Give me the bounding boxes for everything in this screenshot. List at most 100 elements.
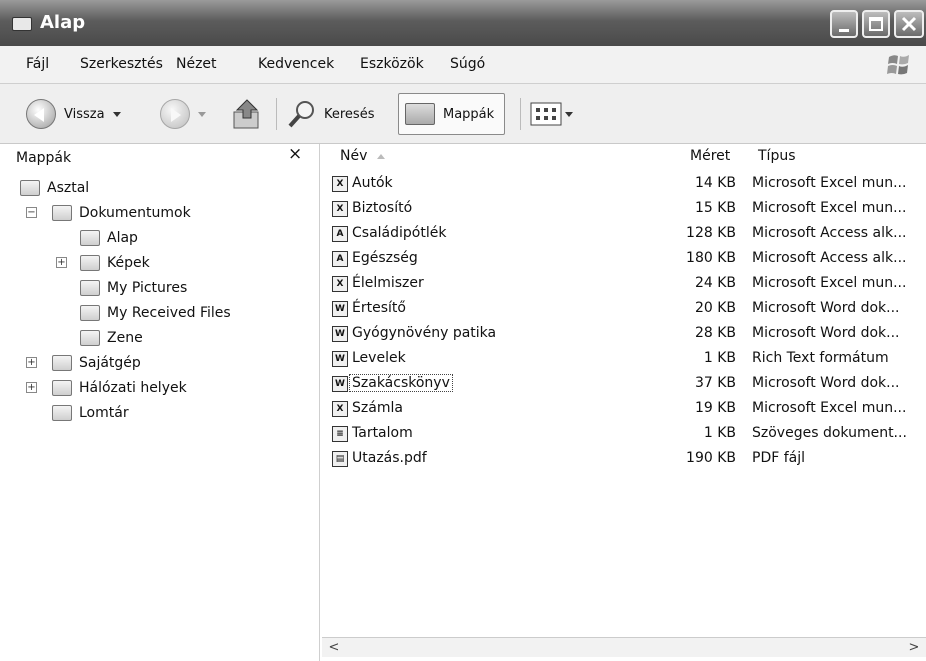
tree-item-label: Alap bbox=[107, 230, 138, 246]
excel-file-icon: X bbox=[332, 276, 348, 292]
close-button[interactable] bbox=[894, 10, 924, 38]
maximize-button[interactable] bbox=[862, 10, 890, 38]
column-header-size[interactable]: Méret bbox=[690, 148, 730, 164]
search-button[interactable]: Keresés bbox=[286, 94, 374, 134]
menu-edit[interactable]: Szerkesztés bbox=[80, 56, 163, 72]
scroll-left-button[interactable]: < bbox=[326, 640, 342, 656]
word-file-icon: W bbox=[332, 301, 348, 317]
file-name: Tartalom bbox=[352, 425, 413, 441]
expand-expander[interactable]: + bbox=[26, 357, 37, 368]
forward-button[interactable] bbox=[160, 94, 206, 134]
back-dropdown-icon[interactable] bbox=[112, 111, 121, 117]
computer-icon bbox=[52, 355, 72, 371]
file-list-pane: Név Méret Típus X Autók 14 KB Microsoft Exc… bbox=[322, 144, 926, 661]
recycle-bin-icon bbox=[52, 405, 72, 421]
menu-tools[interactable]: Eszközök bbox=[360, 56, 424, 72]
column-header-type[interactable]: Típus bbox=[758, 148, 796, 164]
tree-item-zene[interactable]: Zene bbox=[80, 327, 143, 349]
file-size: 190 KB bbox=[686, 450, 736, 466]
file-row[interactable]: A Egészség 180 KB Microsoft Access alk... bbox=[322, 247, 926, 271]
search-icon bbox=[288, 101, 314, 128]
toolbar-separator bbox=[276, 98, 277, 130]
file-size: 19 KB bbox=[694, 400, 736, 416]
file-size: 24 KB bbox=[694, 275, 736, 291]
file-name: Biztosító bbox=[352, 200, 413, 216]
menu-help[interactable]: Súgó bbox=[450, 56, 485, 72]
access-file-icon: A bbox=[332, 251, 348, 267]
expand-expander[interactable]: + bbox=[56, 257, 67, 268]
file-row[interactable]: X Biztosító 15 KB Microsoft Excel mun... bbox=[322, 197, 926, 221]
file-name: Utazás.pdf bbox=[352, 450, 427, 466]
up-folder-icon bbox=[233, 99, 259, 129]
file-size: 14 KB bbox=[694, 175, 736, 191]
tree-item-kepek[interactable]: Képek bbox=[80, 252, 150, 274]
file-size: 37 KB bbox=[694, 375, 736, 391]
back-label: Vissza bbox=[64, 106, 105, 122]
tree-item-my-pictures[interactable]: My Pictures bbox=[80, 277, 187, 299]
forward-dropdown-icon[interactable] bbox=[198, 111, 206, 117]
views-button[interactable] bbox=[530, 94, 573, 134]
tree-item-label: Zene bbox=[107, 330, 143, 346]
collapse-expander[interactable]: − bbox=[26, 207, 37, 218]
tree-item-label: Képek bbox=[107, 255, 150, 271]
menu-favorites[interactable]: Kedvencek bbox=[258, 56, 334, 72]
file-type: Szöveges dokument... bbox=[752, 425, 907, 441]
file-type: Microsoft Word dok... bbox=[752, 325, 900, 341]
tree-item-asztal[interactable]: Asztal bbox=[20, 177, 89, 199]
file-row[interactable]: X Autók 14 KB Microsoft Excel mun... bbox=[322, 172, 926, 196]
tree-item-dokumentumok[interactable]: Dokumentumok bbox=[52, 202, 191, 224]
minimize-button[interactable] bbox=[830, 10, 858, 38]
file-size: 180 KB bbox=[686, 250, 736, 266]
tree-item-label: Sajátgép bbox=[79, 355, 141, 371]
expand-expander[interactable]: + bbox=[26, 382, 37, 393]
file-type: Microsoft Access alk... bbox=[752, 250, 907, 266]
file-row[interactable]: ▤ Utazás.pdf 190 KB PDF fájl bbox=[322, 447, 926, 471]
file-row[interactable]: W Értesítő 20 KB Microsoft Word dok... bbox=[322, 297, 926, 321]
title-bar[interactable]: Alap bbox=[0, 0, 926, 46]
views-dropdown-icon[interactable] bbox=[565, 111, 573, 117]
folders-pane-title: Mappák bbox=[16, 150, 72, 166]
folders-label: Mappák bbox=[443, 106, 495, 122]
tree-item-sajatgep[interactable]: Sajátgép bbox=[52, 352, 141, 374]
file-type: Microsoft Excel mun... bbox=[752, 400, 907, 416]
column-header-label: Név bbox=[340, 148, 368, 164]
file-name: Egészség bbox=[352, 250, 418, 266]
tree-item-alap[interactable]: Alap bbox=[80, 227, 138, 249]
file-name: Családipótlék bbox=[352, 225, 447, 241]
file-row[interactable]: W Gyógynövény patika 28 KB Microsoft Word d… bbox=[322, 322, 926, 346]
scroll-right-button[interactable]: > bbox=[906, 640, 922, 656]
rtf-file-icon: W bbox=[332, 351, 348, 367]
sort-ascending-icon bbox=[377, 153, 386, 159]
folder-icon bbox=[80, 280, 100, 296]
back-button[interactable]: Vissza bbox=[26, 94, 121, 134]
file-type: Microsoft Word dok... bbox=[752, 375, 900, 391]
file-row[interactable]: A Családipótlék 128 KB Microsoft Access alk… bbox=[322, 222, 926, 246]
file-row[interactable]: W Szakácskönyv 37 KB Microsoft Word dok... bbox=[322, 372, 926, 396]
file-row[interactable]: W Levelek 1 KB Rich Text formátum bbox=[322, 347, 926, 371]
window-title: Alap bbox=[40, 12, 86, 33]
folders-button[interactable]: Mappák bbox=[398, 93, 506, 135]
close-pane-icon[interactable]: × bbox=[288, 144, 302, 164]
up-folder-button[interactable] bbox=[230, 94, 264, 134]
file-row[interactable]: ≡ Tartalom 1 KB Szöveges dokument... bbox=[322, 422, 926, 446]
excel-file-icon: X bbox=[332, 201, 348, 217]
file-row[interactable]: X Számla 19 KB Microsoft Excel mun... bbox=[322, 397, 926, 421]
file-name: Számla bbox=[352, 400, 403, 416]
file-type: Microsoft Excel mun... bbox=[752, 175, 907, 191]
tree-item-halozati-helyek[interactable]: Hálózati helyek bbox=[52, 377, 187, 399]
file-type: Microsoft Excel mun... bbox=[752, 200, 907, 216]
file-row[interactable]: X Élelmiszer 24 KB Microsoft Excel mun... bbox=[322, 272, 926, 296]
column-header-name[interactable]: Név bbox=[340, 148, 386, 164]
menu-file[interactable]: Fájl bbox=[26, 56, 49, 72]
tree-item-my-received-files[interactable]: My Received Files bbox=[80, 302, 231, 324]
tree-item-lomtar[interactable]: Lomtár bbox=[52, 402, 129, 424]
file-name: Levelek bbox=[352, 350, 406, 366]
file-type: Microsoft Access alk... bbox=[752, 225, 907, 241]
tree-item-label: Asztal bbox=[47, 180, 90, 196]
menu-view[interactable]: Nézet bbox=[176, 56, 217, 72]
file-type: Microsoft Excel mun... bbox=[752, 275, 907, 291]
file-type: Rich Text formátum bbox=[752, 350, 889, 366]
file-name: Autók bbox=[352, 175, 393, 191]
horizontal-scrollbar[interactable]: < > bbox=[322, 637, 926, 657]
file-size: 1 KB bbox=[703, 350, 736, 366]
